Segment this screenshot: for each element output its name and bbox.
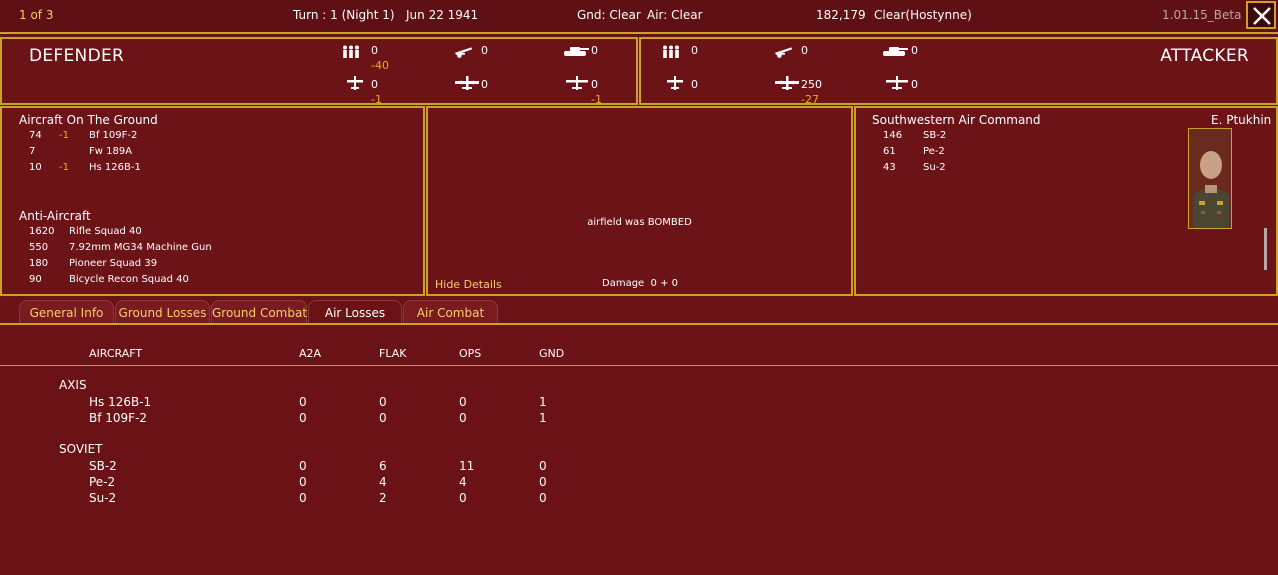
tab-air-losses[interactable]: Air Losses — [308, 300, 402, 324]
artillery-icon — [454, 47, 473, 58]
bomber-icon — [455, 76, 479, 90]
defender-detail-panel: Aircraft On The Ground 74 -1 Bf 109F-2 7… — [0, 106, 425, 296]
defender-bombers: 0 — [481, 78, 488, 91]
scrollbar[interactable] — [1264, 228, 1267, 270]
aa-count: 180 — [29, 258, 49, 269]
group-axis: AXIS — [59, 378, 87, 392]
ground-aircraft-title: Aircraft On The Ground — [19, 113, 158, 127]
fighter-icon — [667, 76, 683, 90]
aircraft-count: 146 — [883, 130, 903, 141]
aircraft-count: 61 — [883, 146, 896, 157]
attacker-artillery: 0 — [801, 44, 808, 57]
aircraft-name: Bf 109F-2 — [89, 130, 138, 141]
commander-name: E. Ptukhin — [1211, 113, 1272, 127]
infantry-icon — [343, 45, 359, 58]
defender-infantry-loss: -40 — [371, 59, 389, 72]
aa-count: 90 — [29, 274, 42, 285]
group-soviet: SOVIET — [59, 442, 103, 456]
col-header-aircraft: AIRCRAFT — [89, 347, 143, 360]
col-header-a2a: A2A — [299, 347, 322, 360]
tank-icon — [883, 47, 908, 56]
recon-plane-icon — [886, 76, 908, 90]
aircraft-name: Pe-2 — [923, 146, 945, 157]
aircraft-name: Hs 126B-1 — [89, 162, 141, 173]
attacker-infantry: 0 — [691, 44, 698, 57]
aircraft-name: SB-2 — [923, 130, 947, 141]
attacker-title: ATTACKER — [1160, 46, 1249, 66]
location-id: 182,179 — [816, 8, 866, 22]
attacker-recon: 0 — [911, 78, 918, 91]
tank-icon — [564, 47, 589, 56]
defender-summary: DEFENDER 0 -40 0 0 0 -1 0 0 -1 — [0, 37, 638, 106]
ground-weather: Gnd: Clear — [577, 8, 641, 22]
version-label: 1.01.15_Beta — [1162, 8, 1242, 22]
aircraft-count: 43 — [883, 162, 896, 173]
aircraft-name: Fw 189A — [89, 146, 133, 157]
list-item: 74 — [29, 130, 42, 141]
close-icon — [1253, 7, 1271, 25]
col-header-flak: FLAK — [379, 347, 407, 360]
location-label: Clear(Hostynne) — [874, 8, 972, 22]
defender-title: DEFENDER — [29, 46, 125, 66]
aa-unit-name: Rifle Squad 40 — [69, 226, 142, 237]
attacker-bombers: 250 — [801, 78, 822, 91]
list-item: 7 — [29, 146, 36, 157]
combat-message-panel: airfield was BOMBED Hide Details Damage … — [426, 106, 853, 296]
artillery-icon — [774, 47, 793, 58]
damage-label: Damage 0 + 0 — [602, 278, 679, 289]
loss-value: -1 — [59, 130, 69, 141]
aa-count: 1620 — [29, 226, 55, 237]
aa-unit-name: Bicycle Recon Squad 40 — [69, 274, 189, 285]
aa-unit-name: 7.92mm MG34 Machine Gun — [69, 242, 212, 253]
tab-divider — [0, 323, 1278, 325]
loss-value: -1 — [59, 162, 69, 173]
recon-plane-icon — [566, 76, 588, 90]
attacker-tanks: 0 — [911, 44, 918, 57]
turn-label: Turn : 1 (Night 1) — [293, 8, 395, 22]
col-header-ops: OPS — [459, 347, 482, 360]
attacker-summary: 0 0 0 0 250 -27 0 ATTACKER — [639, 37, 1278, 106]
air-weather: Air: Clear — [647, 8, 703, 22]
defender-artillery: 0 — [481, 44, 488, 57]
page-indicator[interactable]: 1 of 3 — [19, 8, 53, 22]
tab-air-combat[interactable]: Air Combat — [403, 300, 498, 324]
commander-portrait — [1188, 128, 1232, 229]
hide-details-link[interactable]: Hide Details — [435, 278, 502, 291]
defender-fighters-loss: -1 — [371, 93, 382, 106]
bomber-icon — [775, 76, 799, 90]
tab-ground-losses[interactable]: Ground Losses — [115, 300, 210, 324]
aa-unit-name: Pioneer Squad 39 — [69, 258, 158, 269]
defender-recon: 0 — [591, 78, 598, 91]
defender-recon-loss: -1 — [591, 93, 602, 106]
anti-aircraft-title: Anti-Aircraft — [19, 209, 91, 223]
col-header-gnd: GND — [539, 347, 565, 360]
air-command-title: Southwestern Air Command — [872, 113, 1041, 127]
close-button[interactable] — [1246, 1, 1276, 29]
combat-message: airfield was BOMBED — [587, 217, 692, 228]
attacker-bombers-loss: -27 — [801, 93, 819, 106]
tab-general-info[interactable]: General Info — [19, 300, 114, 324]
aa-count: 550 — [29, 242, 49, 253]
header-divider — [0, 365, 1278, 366]
infantry-icon — [663, 45, 679, 58]
defender-infantry: 0 — [371, 44, 378, 57]
top-bar: 1 of 3 Turn : 1 (Night 1) Jun 22 1941 Gn… — [0, 0, 1278, 34]
defender-fighters: 0 — [371, 78, 378, 91]
aircraft-name: Su-2 — [923, 162, 946, 173]
tab-ground-combat[interactable]: Ground Combat — [211, 300, 307, 324]
fighter-icon — [347, 76, 363, 90]
date-label: Jun 22 1941 — [406, 8, 479, 22]
attacker-fighters: 0 — [691, 78, 698, 91]
defender-tanks: 0 — [591, 44, 598, 57]
list-item: 10 — [29, 162, 42, 173]
